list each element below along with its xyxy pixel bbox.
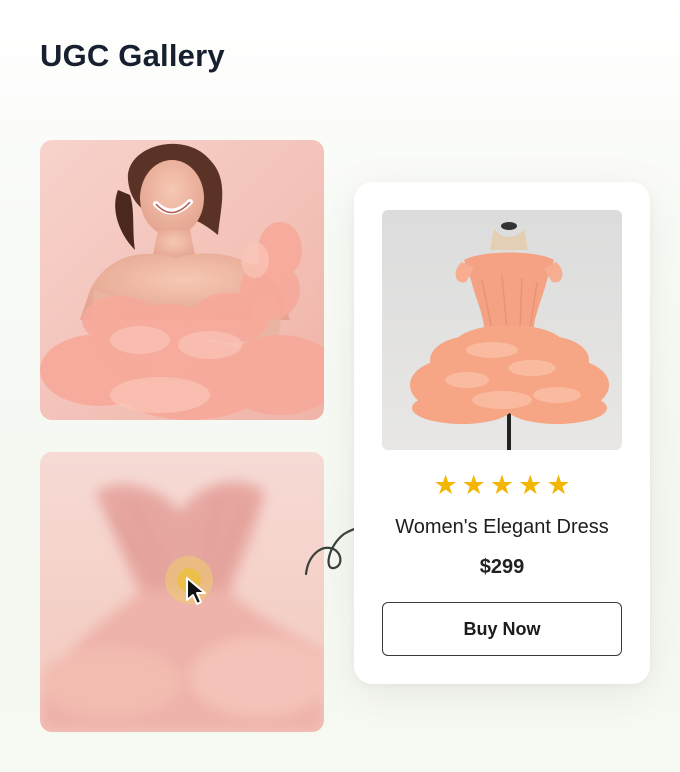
product-price: $299 bbox=[479, 556, 525, 578]
dress-product-photo-icon bbox=[382, 210, 622, 450]
model-photo-icon bbox=[40, 140, 324, 420]
buy-now-button[interactable]: Buy Now bbox=[382, 602, 622, 656]
star-rating: ★ ★ ★ ★ ★ bbox=[354, 472, 650, 500]
cursor-icon bbox=[186, 577, 206, 605]
product-image[interactable] bbox=[382, 210, 622, 450]
star-icon: ★ bbox=[518, 470, 543, 501]
product-name: Women's Elegant Dress bbox=[395, 516, 609, 538]
product-card: ★ ★ ★ ★ ★ Women's Elegant Dress $299 Buy Now bbox=[354, 182, 650, 684]
star-icon: ★ bbox=[461, 470, 486, 501]
star-icon: ★ bbox=[489, 470, 515, 501]
star-icon: ★ bbox=[433, 470, 458, 501]
gallery-photo-model[interactable] bbox=[40, 140, 324, 420]
page-title: UGC Gallery bbox=[40, 38, 225, 73]
star-icon: ★ bbox=[546, 470, 571, 501]
